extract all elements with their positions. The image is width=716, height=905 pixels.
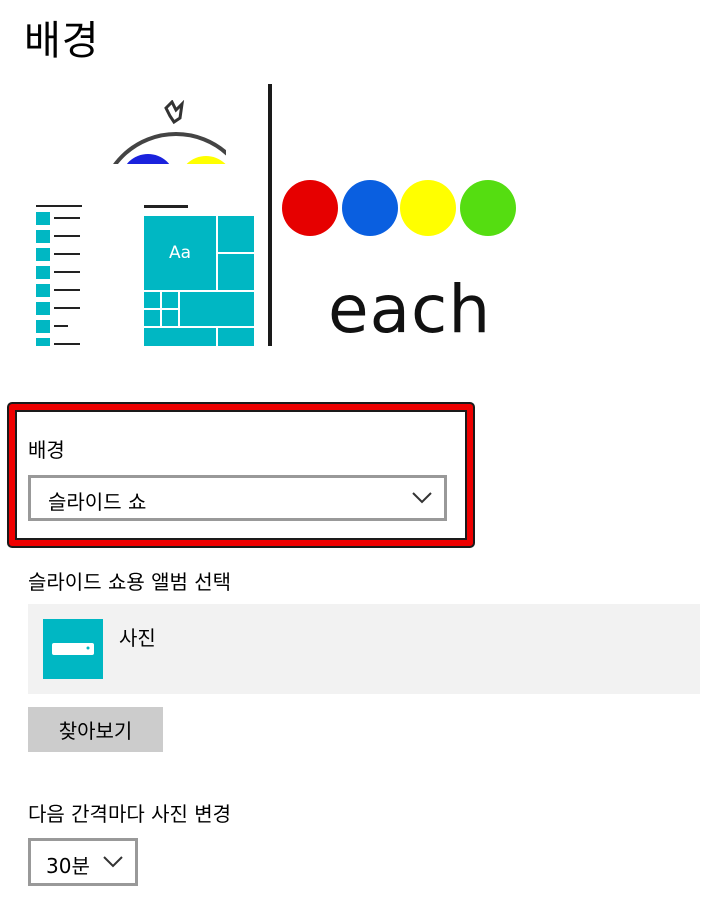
interval-dropdown-value: 30분	[46, 854, 90, 878]
list-item	[36, 212, 82, 225]
background-preview: each Aa	[36, 84, 520, 346]
album-label: 슬라이드 쇼용 앨범 선택	[28, 570, 232, 594]
tile	[162, 310, 178, 326]
chevron-down-icon	[412, 492, 432, 504]
tile	[218, 216, 254, 252]
red-dot	[282, 180, 338, 236]
list-item	[36, 284, 82, 297]
album-item[interactable]: 사진	[28, 604, 700, 694]
folder-icon	[43, 619, 103, 679]
tile	[180, 292, 254, 326]
blue-dot	[342, 180, 398, 236]
tile-large: Aa	[144, 216, 216, 290]
settings-page: 배경 each Aa 배경 슬라이드 쇼 슬라이드 쇼용 앨범 선택 사진 찾아…	[0, 0, 716, 905]
ornament-icon	[109, 100, 226, 170]
preview-divider	[268, 84, 272, 346]
list-item	[36, 164, 82, 177]
list-item	[36, 338, 82, 346]
interval-dropdown[interactable]: 30분	[28, 838, 138, 886]
background-label: 배경	[28, 438, 65, 462]
tile	[144, 310, 160, 326]
background-dropdown[interactable]: 슬라이드 쇼	[28, 475, 447, 521]
list-item	[36, 320, 82, 333]
interval-label: 다음 간격마다 사진 변경	[28, 802, 232, 826]
background-dropdown-value: 슬라이드 쇼	[48, 490, 147, 514]
tile	[218, 328, 254, 346]
tile	[144, 328, 216, 346]
green-dot	[460, 180, 516, 236]
sample-text: each	[328, 271, 492, 346]
list-item	[36, 230, 82, 243]
tile	[144, 292, 160, 308]
page-title: 배경	[24, 18, 100, 64]
yellow-dot	[400, 180, 456, 236]
browse-button[interactable]: 찾아보기	[28, 707, 163, 752]
chevron-down-icon	[103, 856, 123, 868]
album-name: 사진	[119, 626, 156, 650]
list-item	[36, 302, 82, 315]
window-mock: Aa	[36, 164, 268, 346]
list-item	[36, 248, 82, 261]
tile	[162, 292, 178, 308]
list-item	[36, 266, 82, 279]
tile	[218, 254, 254, 290]
